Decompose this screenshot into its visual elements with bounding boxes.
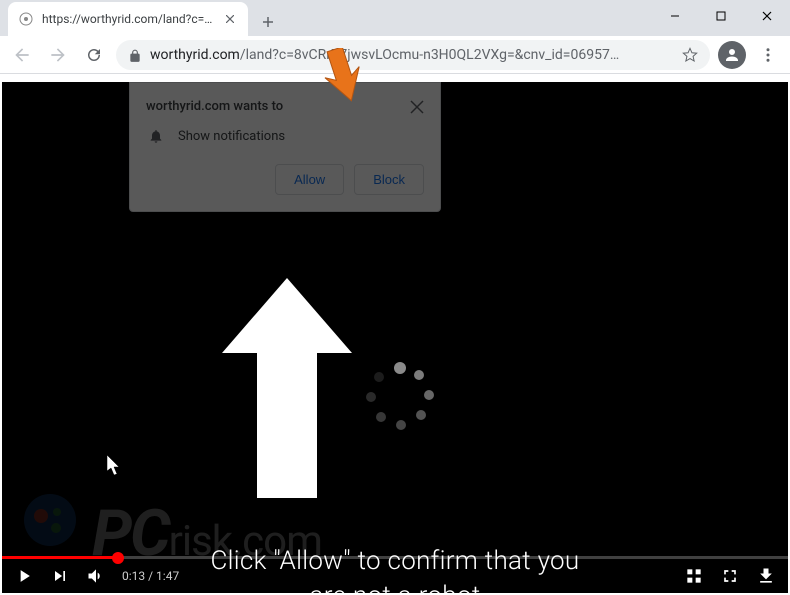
mouse-cursor-icon — [107, 455, 123, 481]
maximize-button[interactable] — [698, 0, 744, 32]
download-button[interactable] — [756, 566, 776, 586]
loading-spinner-icon — [364, 362, 434, 432]
new-tab-button[interactable] — [254, 8, 282, 36]
video-controls: 0:13 / 1:47 — [2, 559, 788, 593]
allow-button[interactable]: Allow — [275, 164, 344, 195]
profile-button[interactable] — [718, 41, 746, 69]
tab-title: https://worthyrid.com/land?c=8v — [42, 12, 214, 26]
video-current-time: 0:13 — [122, 569, 145, 583]
minimize-button[interactable] — [652, 0, 698, 32]
close-window-button[interactable] — [744, 0, 790, 32]
browser-tab[interactable]: https://worthyrid.com/land?c=8v — [8, 2, 248, 36]
settings-button[interactable] — [684, 566, 704, 586]
bookmark-star-icon[interactable] — [682, 47, 698, 63]
bell-icon — [148, 128, 164, 144]
url-path: /land?c=8vCRrZ7jwsvLOcmu-n3H0QL2VXg=&cnv… — [240, 47, 619, 63]
notification-permission-text: Show notifications — [178, 129, 285, 144]
volume-button[interactable] — [86, 566, 106, 586]
video-total-time: 1:47 — [156, 569, 179, 583]
next-button[interactable] — [50, 566, 70, 586]
tab-close-button[interactable] — [222, 11, 238, 27]
url-text: worthyrid.com/land?c=8vCRrZ7jwsvLOcmu-n3… — [150, 47, 674, 63]
back-button[interactable] — [8, 41, 36, 69]
toolbar: worthyrid.com/land?c=8vCRrZ7jwsvLOcmu-n3… — [0, 36, 790, 74]
lock-icon — [128, 48, 142, 62]
fullscreen-button[interactable] — [720, 566, 740, 586]
page-content: worthyrid.com wants to Show notification… — [2, 82, 788, 593]
video-time: 0:13 / 1:47 — [122, 569, 179, 583]
kebab-menu-icon[interactable] — [754, 41, 782, 69]
url-domain: worthyrid.com — [150, 47, 240, 63]
address-bar[interactable]: worthyrid.com/land?c=8vCRrZ7jwsvLOcmu-n3… — [116, 40, 710, 70]
reload-button[interactable] — [80, 41, 108, 69]
large-up-arrow-icon — [222, 278, 352, 502]
watermark-logo-icon — [22, 492, 78, 548]
block-button[interactable]: Block — [354, 164, 424, 195]
notification-close-icon[interactable] — [410, 99, 424, 113]
notification-origin: worthyrid.com wants to — [146, 99, 283, 114]
window-controls — [652, 0, 790, 32]
tab-favicon-icon — [18, 11, 34, 27]
notification-prompt: worthyrid.com wants to Show notification… — [129, 82, 441, 212]
play-button[interactable] — [14, 566, 34, 586]
forward-button[interactable] — [44, 41, 72, 69]
